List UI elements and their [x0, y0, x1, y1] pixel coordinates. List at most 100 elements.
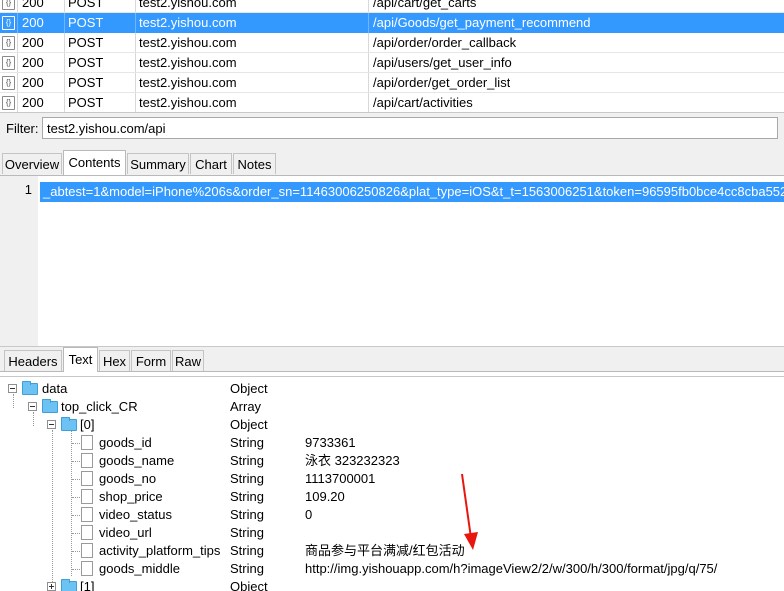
- path-cell: /api/users/get_user_info: [373, 55, 512, 70]
- result-cell: 200: [22, 95, 44, 110]
- node-type: String: [230, 507, 264, 522]
- document-icon: [81, 453, 93, 468]
- json-doc-icon: {}: [2, 56, 15, 70]
- tree-node[interactable]: video_status String 0: [0, 506, 784, 524]
- tree-node[interactable]: goods_id String 9733361: [0, 434, 784, 452]
- result-cell: 200: [22, 15, 44, 30]
- line-number: 1: [24, 182, 32, 197]
- method-cell: POST: [68, 55, 104, 70]
- node-type: String: [230, 489, 264, 504]
- tab-form[interactable]: Form: [131, 350, 171, 371]
- node-name: goods_name: [99, 453, 175, 468]
- tree-node[interactable]: goods_name String 泳衣 323232323: [0, 452, 784, 470]
- host-cell: test2.yishou.com: [139, 75, 237, 90]
- tree-node[interactable]: [1] Object: [0, 578, 784, 591]
- tree-node[interactable]: video_url String: [0, 524, 784, 542]
- request-row-selected[interactable]: {} 200 POST test2.yishou.com /api/Goods/…: [0, 13, 784, 33]
- node-value: 0: [305, 507, 313, 522]
- host-cell: test2.yishou.com: [139, 35, 237, 50]
- node-name: goods_no: [99, 471, 157, 486]
- json-tree[interactable]: data Object top_click_CR Array [0] Objec…: [0, 376, 784, 591]
- tab-hex[interactable]: Hex: [99, 350, 130, 371]
- node-name: shop_price: [99, 489, 163, 504]
- request-row[interactable]: {} 200 POST test2.yishou.com /api/cart/g…: [0, 0, 784, 13]
- json-doc-icon: {}: [2, 16, 15, 30]
- annotation-arrow-icon: [461, 473, 478, 550]
- result-cell: 200: [22, 35, 44, 50]
- collapse-toggle-icon[interactable]: [28, 402, 37, 411]
- node-name: video_status: [99, 507, 172, 522]
- folder-icon: [61, 417, 77, 431]
- node-type: String: [230, 561, 264, 576]
- collapse-toggle-icon[interactable]: [47, 420, 56, 429]
- node-value: http://img.yishouapp.com/h?imageView2/2/…: [305, 561, 718, 576]
- node-type: String: [230, 543, 264, 558]
- node-name: goods_middle: [99, 561, 180, 576]
- host-cell: test2.yishou.com: [139, 95, 237, 110]
- result-cell: 200: [22, 75, 44, 90]
- tab-contents[interactable]: Contents: [63, 150, 126, 175]
- tree-node[interactable]: activity_platform_tips String 商品参与平台满减/红…: [0, 542, 784, 560]
- path-cell: /api/order/order_callback: [373, 35, 517, 50]
- node-name: goods_id: [99, 435, 152, 450]
- host-cell: test2.yishou.com: [139, 55, 237, 70]
- filter-bar: Filter:: [0, 112, 784, 145]
- node-name: [0]: [80, 417, 95, 432]
- tab-text[interactable]: Text: [63, 347, 98, 372]
- inspector-tabs: Overview Contents Summary Chart Notes: [0, 150, 784, 176]
- node-value: 9733361: [305, 435, 356, 450]
- node-type: String: [230, 471, 264, 486]
- tab-raw[interactable]: Raw: [172, 350, 204, 371]
- node-name: data: [42, 381, 68, 396]
- node-value: 商品参与平台满减/红包活动: [305, 543, 465, 558]
- tree-node[interactable]: [0] Object: [0, 416, 784, 434]
- tree-node[interactable]: goods_middle String http://img.yishouapp…: [0, 560, 784, 578]
- tree-node[interactable]: goods_no String 1113700001: [0, 470, 784, 488]
- request-row[interactable]: {} 200 POST test2.yishou.com /api/order/…: [0, 73, 784, 93]
- json-doc-icon: {}: [2, 36, 15, 50]
- tab-headers[interactable]: Headers: [4, 350, 62, 371]
- document-icon: [81, 471, 93, 486]
- filter-input[interactable]: [42, 117, 778, 139]
- path-cell: /api/cart/activities: [373, 95, 473, 110]
- request-body-editor[interactable]: 1 _abtest=1&model=iPhone%206s&order_sn=1…: [0, 176, 784, 346]
- method-cell: POST: [68, 35, 104, 50]
- tab-notes[interactable]: Notes: [233, 153, 276, 174]
- node-type: String: [230, 453, 264, 468]
- tab-chart[interactable]: Chart: [190, 153, 232, 174]
- path-cell: /api/order/get_order_list: [373, 75, 511, 90]
- request-list[interactable]: {} 200 POST test2.yishou.com /api/cart/g…: [0, 0, 784, 112]
- tree-node[interactable]: top_click_CR Array: [0, 398, 784, 416]
- json-doc-icon: {}: [2, 76, 15, 90]
- request-body-text[interactable]: _abtest=1&model=iPhone%206s&order_sn=114…: [40, 182, 784, 202]
- node-value: 1113700001: [305, 471, 376, 486]
- tree-node[interactable]: shop_price String 109.20: [0, 488, 784, 506]
- node-type: Object: [230, 417, 268, 432]
- json-doc-icon: {}: [2, 96, 15, 110]
- node-type: Array: [230, 399, 262, 414]
- response-tabs: Headers Text Hex Form Raw: [0, 346, 784, 372]
- node-type: Object: [230, 381, 268, 396]
- request-row[interactable]: {} 200 POST test2.yishou.com /api/order/…: [0, 33, 784, 53]
- document-icon: [81, 543, 93, 558]
- json-doc-icon: {}: [2, 0, 15, 10]
- node-name: top_click_CR: [61, 399, 138, 414]
- filter-label: Filter:: [6, 121, 39, 136]
- document-icon: [81, 525, 93, 540]
- request-row[interactable]: {} 200 POST test2.yishou.com /api/users/…: [0, 53, 784, 73]
- tab-overview[interactable]: Overview: [2, 153, 62, 174]
- host-cell: test2.yishou.com: [139, 15, 237, 30]
- document-icon: [81, 561, 93, 576]
- node-type: Object: [230, 579, 268, 591]
- node-type: String: [230, 435, 264, 450]
- request-row[interactable]: {} 200 POST test2.yishou.com /api/cart/a…: [0, 93, 784, 112]
- tree-node[interactable]: data Object: [0, 380, 784, 398]
- node-name: [1]: [80, 579, 95, 591]
- document-icon: [81, 507, 93, 522]
- tab-summary[interactable]: Summary: [127, 153, 189, 174]
- node-value: 109.20: [305, 489, 345, 504]
- path-cell: /api/Goods/get_payment_recommend: [373, 15, 591, 30]
- node-name: video_url: [99, 525, 152, 540]
- method-cell: POST: [68, 75, 104, 90]
- collapse-toggle-icon[interactable]: [8, 384, 17, 393]
